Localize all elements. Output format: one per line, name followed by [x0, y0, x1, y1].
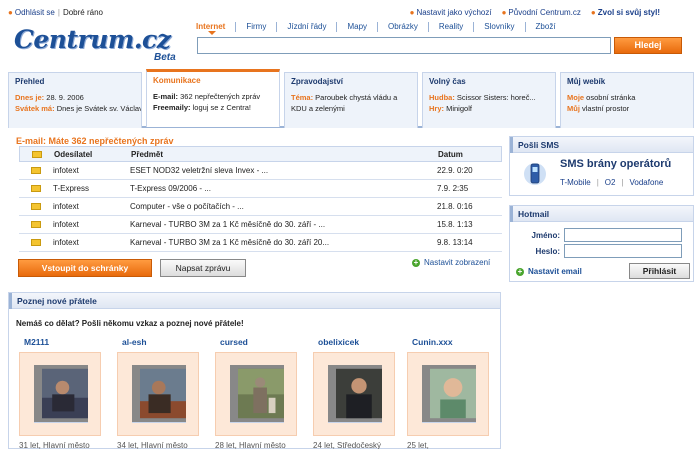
- friend-card[interactable]: cursed 28 let, Hlavní město: [215, 337, 305, 449]
- friend-info: 31 let, Hlavní město: [19, 441, 90, 449]
- logo-beta: Beta: [154, 52, 176, 63]
- logo-word: Centrum.cz: [14, 25, 171, 54]
- operator-o2[interactable]: O2: [605, 178, 616, 187]
- envelope-icon: [31, 185, 41, 192]
- bullet-icon: ●: [590, 7, 596, 17]
- choose-style-link[interactable]: ● Zvol si svůj styl!: [591, 8, 660, 17]
- table-row[interactable]: infotext Karneval - TURBO 3M za 1 Kč měs…: [19, 234, 502, 252]
- friends-panel-header: Poznej nové přátele: [9, 293, 500, 309]
- nav-tab-slovniky[interactable]: Slovníky: [473, 22, 524, 32]
- open-inbox-button[interactable]: Vstoupit do schránky: [18, 259, 152, 277]
- username-input[interactable]: [564, 228, 682, 242]
- original-centrum-link[interactable]: ● Původní Centrum.cz: [502, 8, 581, 17]
- password-input[interactable]: [564, 244, 682, 258]
- hotmail-panel: Hotmail Jméno: Heslo: + Nastavit email P…: [509, 205, 694, 282]
- logo[interactable]: Centrum.cz Beta: [14, 25, 189, 63]
- envelope-icon: [32, 150, 42, 158]
- friend-photo[interactable]: [328, 365, 382, 423]
- password-label: Heslo:: [535, 246, 560, 256]
- friend-card[interactable]: obelixicek 24 let, Středočeský: [313, 337, 403, 449]
- envelope-icon: [31, 221, 41, 228]
- set-homepage-link[interactable]: ● Nastavit jako výchozí: [410, 8, 492, 17]
- top-left-links: ● Odhlásit se | Dobré ráno: [8, 6, 103, 18]
- bullet-icon: ●: [409, 7, 415, 17]
- friend-card[interactable]: al-esh 34 let, Hlavní město: [117, 337, 207, 449]
- plus-icon: +: [516, 266, 524, 276]
- hotmail-settings-link[interactable]: + Nastavit email: [516, 267, 582, 276]
- friends-panel: Poznej nové přátele Nemáš co dělat? Pošl…: [8, 292, 501, 449]
- nav-tab-zbozi[interactable]: Zboží: [524, 22, 566, 32]
- friend-name[interactable]: Cunin.xxx: [412, 337, 497, 347]
- greeting: Dobré ráno: [62, 7, 103, 17]
- nav-tab-firmy[interactable]: Firmy: [235, 22, 276, 32]
- table-row[interactable]: T-Express T-Express 09/2006 - ... 7.9. 2…: [19, 180, 502, 198]
- nav-tab-jizdni-rady[interactable]: Jízdní řády: [276, 22, 336, 32]
- friend-card[interactable]: Cunin.xxx 25 let,: [407, 337, 497, 449]
- friend-name[interactable]: cursed: [220, 337, 305, 347]
- login-button[interactable]: Přihlásit: [629, 263, 690, 279]
- search-category-tabs: Internet Firmy Jízdní řády Mapy Obrázky …: [196, 21, 680, 35]
- caret-down-icon: [208, 31, 216, 35]
- friend-photo[interactable]: [34, 365, 88, 423]
- email-settings-link[interactable]: + Nastavit zobrazení: [412, 258, 490, 267]
- table-header: Odesílatel Předmět Datum: [19, 146, 502, 162]
- email-table: Odesílatel Předmět Datum infotext ESET N…: [19, 146, 502, 252]
- table-row[interactable]: infotext ESET NOD32 veletržní sleva Inve…: [19, 162, 502, 180]
- plus-icon: +: [412, 257, 420, 267]
- phone-icon: [524, 163, 546, 185]
- tab-komunikace[interactable]: Komunikace E-mail: 362 nepřečtených zprá…: [146, 69, 280, 127]
- tab-prehled[interactable]: Přehled Dnes je: 28. 9. 2006 Svátek má: …: [8, 72, 142, 128]
- bullet-icon: ●: [501, 7, 507, 17]
- operator-t-mobile[interactable]: T-Mobile: [560, 178, 591, 187]
- friend-card[interactable]: M2111 31 let, Hlavní město: [19, 337, 109, 449]
- nav-tab-mapy[interactable]: Mapy: [336, 22, 377, 32]
- separator: |: [596, 178, 599, 187]
- hotmail-panel-header: Hotmail: [510, 206, 693, 222]
- section-tabs: Přehled Dnes je: 28. 9. 2006 Svátek má: …: [8, 69, 694, 128]
- search-button[interactable]: Hledej: [614, 37, 682, 54]
- sms-panel-header: Pošli SMS: [510, 137, 693, 153]
- friend-info: 24 let, Středočeský: [313, 441, 382, 449]
- friend-name[interactable]: obelixicek: [318, 337, 403, 347]
- logout-link[interactable]: Odhlásit se: [15, 8, 55, 17]
- tab-zpravodajstvi[interactable]: Zpravodajství Téma: Paroubek chystá vlád…: [284, 72, 418, 128]
- friend-photo[interactable]: [230, 365, 284, 423]
- nav-tab-reality[interactable]: Reality: [427, 22, 473, 32]
- friend-info: 28 let, Hlavní město: [215, 441, 286, 449]
- bullet-icon: ●: [8, 7, 13, 17]
- operator-links: T-Mobile | O2 | Vodafone: [560, 178, 663, 187]
- username-label: Jméno:: [531, 230, 560, 240]
- table-row[interactable]: infotext Karneval - TURBO 3M za 1 Kč měs…: [19, 216, 502, 234]
- envelope-icon: [31, 239, 41, 246]
- tab-muj-webik[interactable]: Můj webík Moje osobní stránka Můj vlastn…: [560, 72, 694, 128]
- friend-name[interactable]: al-esh: [122, 337, 207, 347]
- table-row[interactable]: infotext Computer - vše o počítačích - .…: [19, 198, 502, 216]
- friend-photo[interactable]: [422, 365, 476, 423]
- friend-name[interactable]: M2111: [24, 337, 109, 347]
- nav-tab-obrazky[interactable]: Obrázky: [377, 22, 428, 32]
- compose-button[interactable]: Napsat zprávu: [160, 259, 246, 277]
- friend-photo[interactable]: [132, 365, 186, 423]
- envelope-icon: [31, 167, 41, 174]
- nav-tab-internet[interactable]: Internet: [196, 22, 235, 35]
- friend-info: 25 let,: [407, 441, 429, 449]
- friend-info: 34 let, Hlavní město: [117, 441, 188, 449]
- search-input[interactable]: [197, 37, 611, 54]
- top-right-links: ● Nastavit jako výchozí ● Původní Centrum.…: [410, 6, 660, 18]
- operator-vodafone[interactable]: Vodafone: [630, 178, 664, 187]
- envelope-icon: [31, 203, 41, 210]
- separator: |: [57, 7, 60, 17]
- sms-panel: Pošli SMS SMS brány operátorů T-Mobile |…: [509, 136, 694, 196]
- separator: |: [621, 178, 624, 187]
- sms-title[interactable]: SMS brány operátorů: [560, 158, 671, 170]
- friends-intro: Nemáš co dělat? Pošli někomu vzkaz a poz…: [16, 319, 244, 328]
- tab-volny-cas[interactable]: Volný čas Hudba: Scissor Sisters: horeč.…: [422, 72, 556, 128]
